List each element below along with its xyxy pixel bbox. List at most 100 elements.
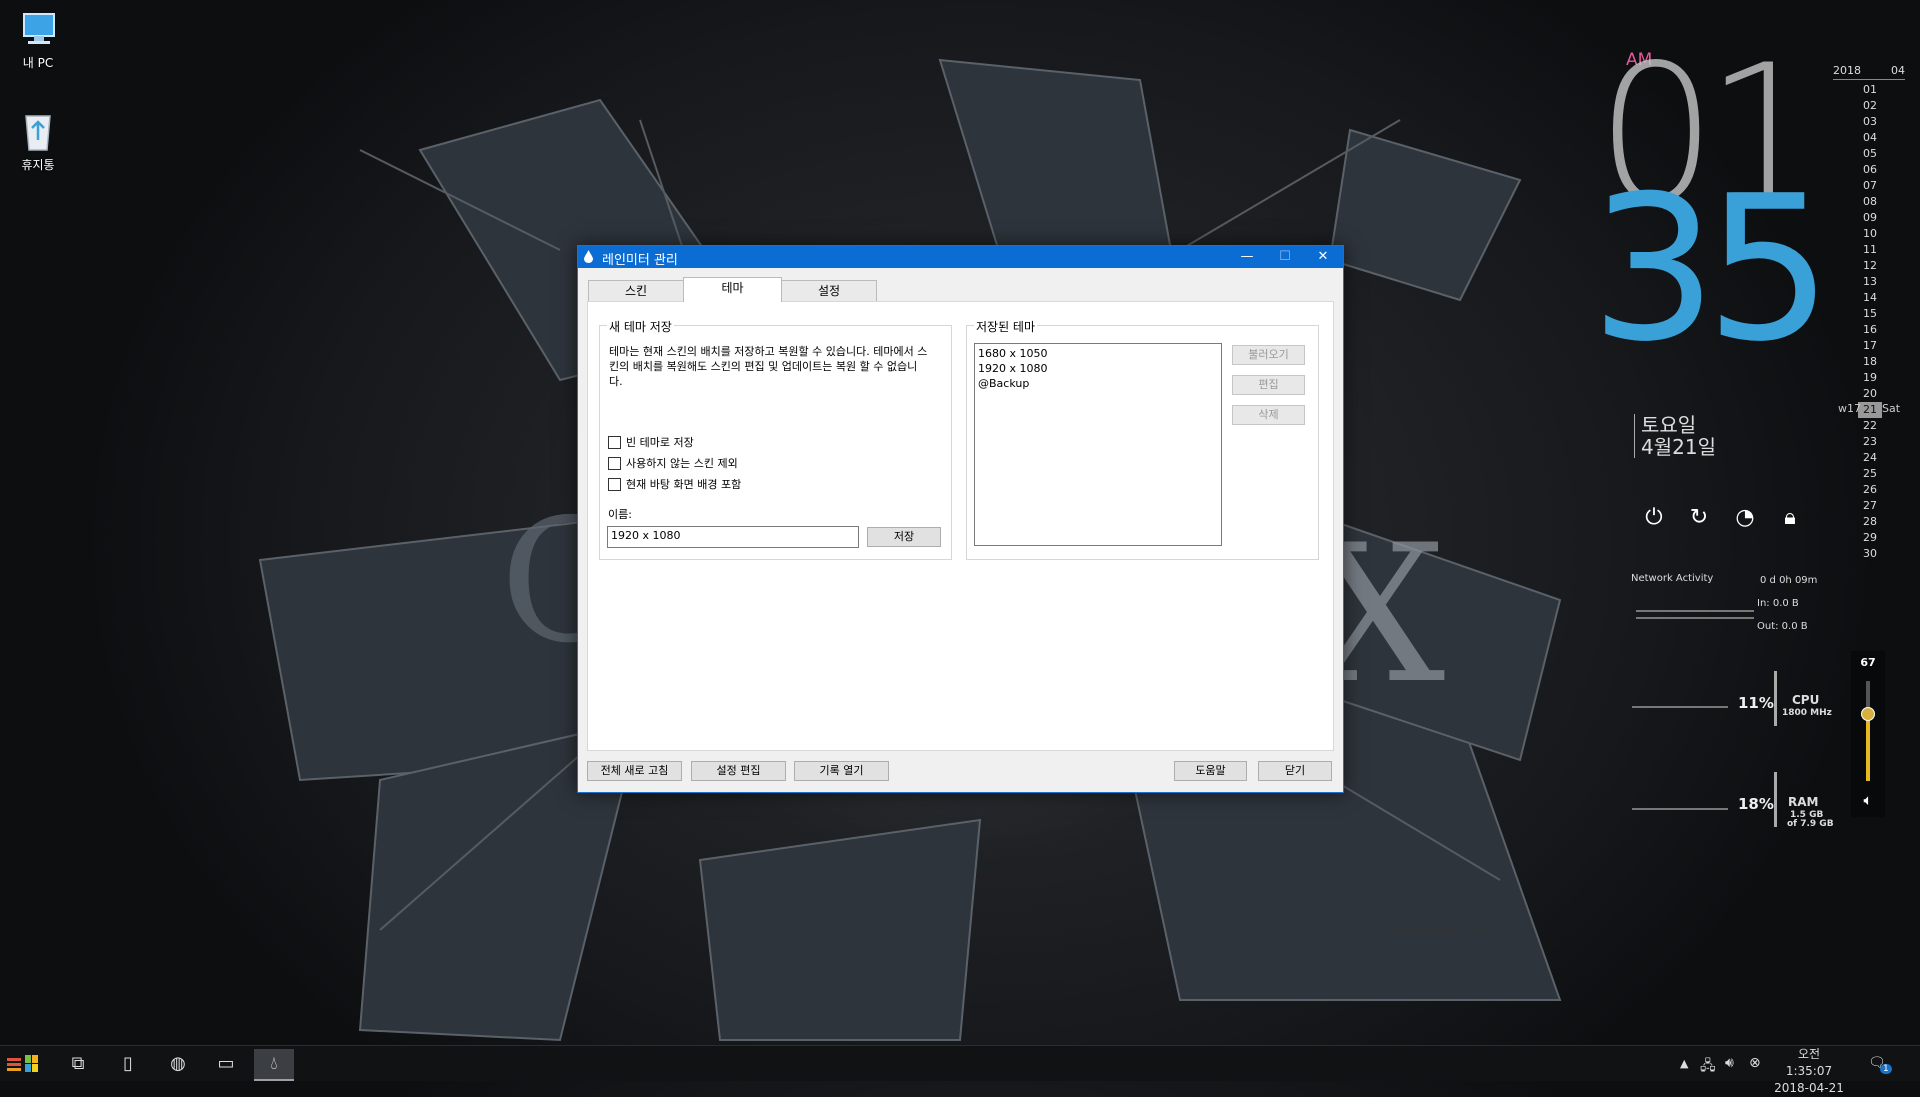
new-theme-description: 테마는 현재 스킨의 배치를 저장하고 복원할 수 있습니다. 테마에서 스킨의… [609, 345, 928, 388]
saved-themes-list[interactable]: 1680 x 1050 1920 x 1080 @Backup [974, 343, 1222, 546]
calendar-day: 08 [1863, 195, 1877, 208]
calendar-day: 04 [1863, 131, 1877, 144]
name-label: 이름: [608, 508, 632, 521]
desktop-icon-recycle-bin[interactable]: 휴지통 [0, 110, 76, 173]
edit-theme-button[interactable]: 편집 [1232, 375, 1305, 395]
saved-themes-title: 저장된 테마 [974, 318, 1038, 335]
delete-theme-button[interactable]: 삭제 [1232, 405, 1305, 425]
calendar-day: 21 [1858, 402, 1882, 418]
ram-divider [1774, 772, 1777, 827]
power-icon[interactable]: ⏻ [1641, 505, 1667, 531]
calendar-month: 04 [1891, 64, 1905, 77]
calendar-day: 26 [1863, 483, 1877, 496]
calendar-day: 02 [1863, 99, 1877, 112]
calendar-day: 27 [1863, 499, 1877, 512]
calendar-day: 07 [1863, 179, 1877, 192]
list-item[interactable]: 1920 x 1080 [978, 361, 1218, 376]
maximize-button[interactable]: ☐ [1266, 246, 1304, 268]
network-out-bar [1636, 617, 1754, 619]
clock-day: 4월21일 [1641, 435, 1716, 459]
load-theme-button[interactable]: 불러오기 [1232, 345, 1305, 365]
help-button[interactable]: 도움말 [1174, 761, 1247, 781]
checkbox-label: 현재 바탕 화면 배경 포함 [626, 478, 742, 491]
calendar-day: 30 [1863, 547, 1877, 560]
ram-percent: 18% [1738, 795, 1774, 813]
browser-icon[interactable]: ◍ [158, 1049, 198, 1079]
minimize-button[interactable]: — [1228, 246, 1266, 268]
checkbox-empty-theme[interactable]: 빈 테마로 저장 [608, 434, 694, 450]
ram-total: of 7.9 GB [1787, 819, 1834, 829]
volume-widget: 67 🔈︎ [1851, 651, 1885, 817]
restart-icon[interactable]: ↻ [1686, 505, 1712, 531]
new-theme-group: 새 테마 저장 테마는 현재 스킨의 배치를 저장하고 복원할 수 있습니다. … [599, 318, 952, 560]
close-window-button[interactable]: ✕ [1304, 246, 1342, 268]
network-in-bar [1636, 610, 1754, 612]
calendar-day: 22 [1863, 419, 1877, 432]
calendar-day: 14 [1863, 291, 1877, 304]
list-item[interactable]: 1680 x 1050 [978, 346, 1218, 361]
checkbox-exclude-unused[interactable]: 사용하지 않는 스킨 제외 [608, 455, 738, 471]
rainmeter-taskbar-icon[interactable]: 💧︎ [254, 1049, 294, 1081]
volume-knob[interactable] [1861, 707, 1875, 721]
calendar-day: 24 [1863, 451, 1877, 464]
clock-minute: 35 [1590, 153, 1832, 386]
tab-themes[interactable]: 테마 [683, 277, 782, 302]
edit-settings-button[interactable]: 설정 편집 [691, 761, 786, 781]
file-explorer-icon[interactable]: ▭ [206, 1049, 246, 1079]
calendar-day: 10 [1863, 227, 1877, 240]
taskbar: ⧉ ▯ ◍ ▭ 💧︎ ▲ 🖧︎ 🔊︎ ⊗ 오전 1:35:07 2018-04-… [0, 1045, 1920, 1095]
checkbox-include-wallpaper[interactable]: 현재 바탕 화면 배경 포함 [608, 476, 741, 492]
calendar-day: 29 [1863, 531, 1877, 544]
tab-skins[interactable]: 스킨 [588, 280, 684, 301]
network-label: Network Activity [1631, 573, 1714, 584]
open-log-button[interactable]: 기록 열기 [794, 761, 889, 781]
cpu-divider [1774, 671, 1777, 726]
close-button[interactable]: 닫기 [1258, 761, 1332, 781]
calendar-day: 11 [1863, 243, 1877, 256]
dialog-title: 레인미터 관리 [602, 253, 678, 268]
clock-weekday: 토요일 [1641, 413, 1697, 437]
calendar-day: 25 [1863, 467, 1877, 480]
speaker-icon[interactable]: 🔈︎ [1851, 791, 1885, 809]
calendar-day: 13 [1863, 275, 1877, 288]
network-in: In: 0.0 B [1757, 598, 1799, 609]
clock-date: 토요일 4월21일 [1634, 414, 1716, 458]
start-icon [7, 1055, 38, 1072]
calendar-days: 01 02 03 04 05 06 07 08 09 10 11 12 13 14 15 16 17 18 19 20… [1858, 82, 1882, 562]
calendar-day: 06 [1863, 163, 1877, 176]
network-tray-icon[interactable]: 🖧︎ [1700, 1055, 1716, 1079]
calendar-header: 2018 04 [1833, 64, 1905, 80]
calendar-day: 03 [1863, 115, 1877, 128]
cpu-percent: 11% [1738, 694, 1774, 712]
network-out: Out: 0.0 B [1757, 621, 1808, 632]
volume-value: 67 [1860, 656, 1876, 669]
start-button[interactable] [4, 1049, 44, 1079]
calendar-day: 09 [1863, 211, 1877, 224]
taskbar-clock[interactable]: 오전 1:35:07 2018-04-21 [1773, 1046, 1845, 1097]
list-item[interactable]: @Backup [978, 376, 1218, 391]
cpu-frequency: 1800 MHz [1782, 708, 1832, 718]
task-view-icon[interactable]: ⧉ [58, 1049, 98, 1079]
cpu-label: CPU [1792, 693, 1820, 707]
volume-track[interactable] [1861, 681, 1875, 781]
checkbox-box[interactable] [608, 477, 621, 491]
new-theme-title: 새 테마 저장 [607, 318, 674, 335]
save-theme-button[interactable]: 저장 [867, 527, 941, 547]
mute-tray-icon[interactable]: ⊗ [1749, 1055, 1761, 1071]
refresh-all-button[interactable]: 전체 새로 고침 [587, 761, 682, 781]
checkbox-box[interactable] [608, 435, 621, 449]
device-icon[interactable]: ▯ [108, 1049, 148, 1079]
rainmeter-icon [584, 250, 593, 263]
lock-icon[interactable]: 🔒︎ [1777, 505, 1803, 531]
desktop-icon-my-pc[interactable]: 내 PC [0, 10, 76, 71]
calendar-day: 05 [1863, 147, 1877, 160]
desktop-icon-label: 휴지통 [21, 158, 55, 172]
sleep-icon[interactable]: ◔ [1732, 505, 1758, 531]
calendar-day: 19 [1863, 371, 1877, 384]
checkbox-box[interactable] [608, 456, 621, 470]
tray-overflow-icon[interactable]: ▲ [1680, 1057, 1688, 1070]
tab-settings[interactable]: 설정 [781, 280, 877, 301]
dialog-titlebar[interactable]: 레인미터 관리 — ☐ ✕ [578, 246, 1343, 268]
theme-name-input[interactable]: 1920 x 1080 [607, 526, 859, 548]
volume-tray-icon[interactable]: 🔊︎ [1725, 1055, 1734, 1071]
